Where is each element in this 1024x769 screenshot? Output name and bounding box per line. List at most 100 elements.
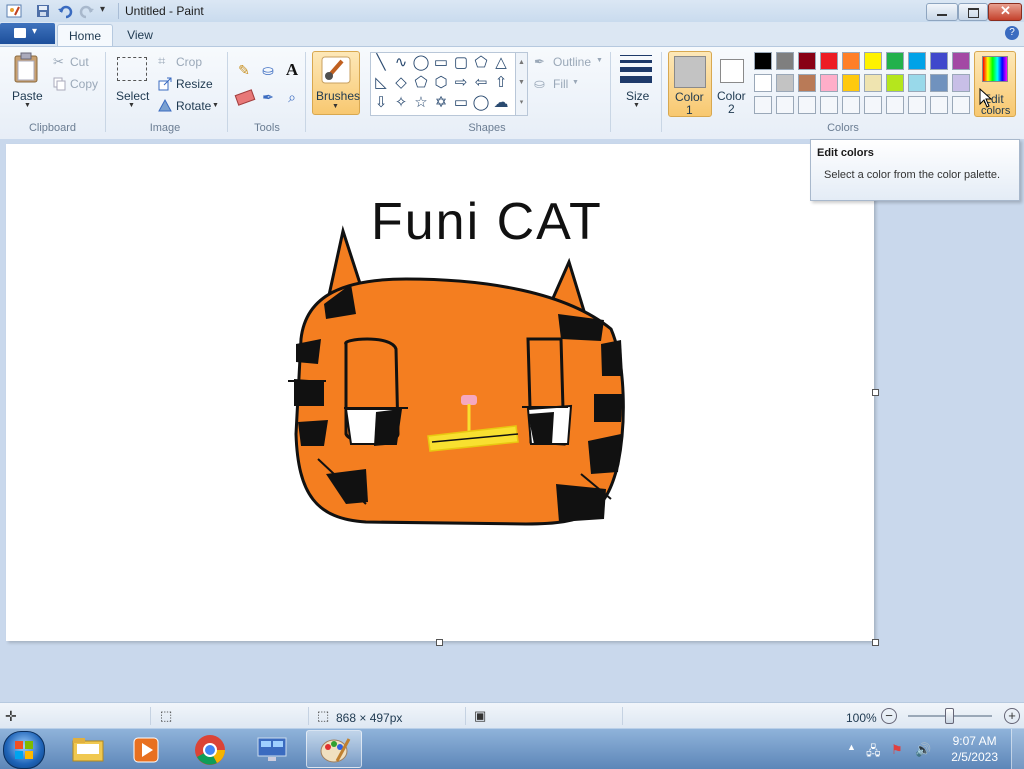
size-icon[interactable] bbox=[620, 55, 652, 83]
right-arrow-shape-icon[interactable]: ⇨ bbox=[452, 74, 470, 92]
undo-icon[interactable] bbox=[57, 3, 73, 19]
action-center-flag-icon[interactable]: ⚑ bbox=[891, 742, 903, 758]
paint-menu-button[interactable]: ▾ bbox=[0, 23, 55, 44]
restore-button[interactable] bbox=[958, 3, 988, 21]
palette-swatch[interactable] bbox=[842, 74, 860, 92]
help-icon[interactable]: ? bbox=[1005, 26, 1019, 40]
palette-swatch[interactable] bbox=[886, 74, 904, 92]
brushes-button[interactable]: Brushes ▼ bbox=[312, 51, 360, 115]
palette-custom-swatch[interactable] bbox=[776, 96, 794, 114]
palette-swatch[interactable] bbox=[820, 52, 838, 70]
fill-dropdown-icon[interactable]: ▼ bbox=[572, 79, 579, 86]
paste-icon[interactable] bbox=[12, 52, 40, 84]
triangle-shape-icon[interactable]: △ bbox=[492, 54, 510, 72]
palette-swatch[interactable] bbox=[952, 74, 970, 92]
tab-view[interactable]: View bbox=[117, 24, 163, 46]
paste-dropdown-icon[interactable]: ▼ bbox=[24, 102, 31, 109]
save-icon[interactable] bbox=[35, 3, 51, 19]
palette-swatch[interactable] bbox=[930, 74, 948, 92]
palette-custom-swatch[interactable] bbox=[908, 96, 926, 114]
palette-swatch[interactable] bbox=[908, 74, 926, 92]
network-icon[interactable]: 🖧 bbox=[866, 742, 881, 764]
palette-swatch[interactable] bbox=[930, 52, 948, 70]
palette-swatch[interactable] bbox=[820, 74, 838, 92]
start-button[interactable] bbox=[3, 731, 45, 769]
palette-custom-swatch[interactable] bbox=[754, 96, 772, 114]
palette-custom-swatch[interactable] bbox=[842, 96, 860, 114]
hexagon-shape-icon[interactable]: ⬡ bbox=[432, 74, 450, 92]
select-button[interactable]: Select bbox=[116, 89, 149, 103]
canvas-resize-handle-right[interactable] bbox=[872, 389, 879, 396]
palette-swatch[interactable] bbox=[842, 52, 860, 70]
size-button[interactable]: Size bbox=[626, 89, 649, 103]
palette-swatch[interactable] bbox=[754, 74, 772, 92]
oval-callout-shape-icon[interactable]: ◯ bbox=[472, 94, 490, 112]
shapes-scrollbar[interactable]: ▲ ▼ ▾ bbox=[515, 52, 528, 116]
taskbar-clock[interactable]: 9:07 AM 2/5/2023 bbox=[951, 733, 998, 765]
palette-swatch[interactable] bbox=[952, 52, 970, 70]
customize-quick-access-icon[interactable]: ▾ bbox=[100, 4, 116, 20]
palette-swatch[interactable] bbox=[864, 52, 882, 70]
color2-button[interactable]: Color 2 bbox=[712, 51, 752, 116]
palette-swatch[interactable] bbox=[886, 52, 904, 70]
taskbar-remote-desktop[interactable] bbox=[244, 730, 300, 768]
palette-custom-swatch[interactable] bbox=[820, 96, 838, 114]
taskbar-chrome[interactable] bbox=[182, 730, 238, 768]
canvas-resize-handle-corner[interactable] bbox=[872, 639, 879, 646]
line-shape-icon[interactable]: ╲ bbox=[372, 54, 390, 72]
color-picker-icon[interactable]: ✒ bbox=[257, 86, 279, 108]
palette-custom-swatch[interactable] bbox=[864, 96, 882, 114]
outline-button[interactable]: Outline bbox=[553, 55, 591, 69]
rectangle-shape-icon[interactable]: ▭ bbox=[432, 54, 450, 72]
rounded-rectangle-shape-icon[interactable]: ▢ bbox=[452, 54, 470, 72]
oval-shape-icon[interactable]: ◯ bbox=[412, 54, 430, 72]
rotate-button[interactable]: Rotate bbox=[176, 99, 211, 113]
crop-button[interactable]: Crop bbox=[176, 55, 202, 69]
magnifier-icon[interactable]: ⌕ bbox=[281, 86, 303, 108]
show-hidden-icons[interactable]: ▲ bbox=[847, 742, 856, 752]
eraser-icon[interactable] bbox=[233, 86, 256, 108]
left-arrow-shape-icon[interactable]: ⇦ bbox=[472, 74, 490, 92]
pentagon-shape-icon[interactable]: ⬠ bbox=[412, 74, 430, 92]
taskbar-paint[interactable] bbox=[306, 730, 362, 768]
palette-swatch[interactable] bbox=[776, 74, 794, 92]
palette-custom-swatch[interactable] bbox=[886, 96, 904, 114]
rotate-dropdown-icon[interactable]: ▼ bbox=[212, 102, 219, 109]
palette-swatch[interactable] bbox=[864, 74, 882, 92]
zoom-out-icon[interactable]: − bbox=[881, 708, 897, 724]
color1-button[interactable]: Color 1 bbox=[668, 51, 712, 117]
palette-swatch[interactable] bbox=[798, 74, 816, 92]
palette-swatch[interactable] bbox=[908, 52, 926, 70]
diamond-shape-icon[interactable]: ◇ bbox=[392, 74, 410, 92]
pencil-icon[interactable]: ✎ bbox=[233, 59, 255, 81]
four-point-star-shape-icon[interactable]: ✧ bbox=[392, 94, 410, 112]
redo-icon[interactable] bbox=[79, 3, 95, 19]
close-button[interactable]: ✕ bbox=[988, 3, 1022, 21]
volume-icon[interactable]: 🔊 bbox=[915, 742, 931, 758]
palette-custom-swatch[interactable] bbox=[952, 96, 970, 114]
zoom-slider-thumb[interactable] bbox=[945, 708, 954, 724]
palette-custom-swatch[interactable] bbox=[798, 96, 816, 114]
tab-home[interactable]: Home bbox=[57, 24, 113, 47]
outline-dropdown-icon[interactable]: ▼ bbox=[596, 57, 603, 64]
right-triangle-shape-icon[interactable]: ◺ bbox=[372, 74, 390, 92]
down-arrow-shape-icon[interactable]: ⇩ bbox=[372, 94, 390, 112]
canvas-resize-handle-bottom[interactable] bbox=[436, 639, 443, 646]
taskbar-file-explorer[interactable] bbox=[60, 730, 116, 768]
show-desktop-button[interactable] bbox=[1011, 729, 1024, 769]
rounded-callout-shape-icon[interactable]: ▭ bbox=[452, 94, 470, 112]
paint-app-icon[interactable] bbox=[6, 3, 22, 19]
palette-swatch[interactable] bbox=[798, 52, 816, 70]
palette-swatch[interactable] bbox=[754, 52, 772, 70]
resize-button[interactable]: Resize bbox=[176, 77, 213, 91]
up-arrow-shape-icon[interactable]: ⇧ bbox=[492, 74, 510, 92]
six-point-star-shape-icon[interactable]: ✡ bbox=[432, 94, 450, 112]
select-dropdown-icon[interactable]: ▼ bbox=[128, 102, 135, 109]
zoom-in-icon[interactable]: + bbox=[1004, 708, 1020, 724]
select-icon[interactable] bbox=[117, 57, 147, 81]
curve-shape-icon[interactable]: ∿ bbox=[392, 54, 410, 72]
palette-swatch[interactable] bbox=[776, 52, 794, 70]
paste-button[interactable]: Paste bbox=[12, 89, 43, 103]
polygon-shape-icon[interactable]: ⬠ bbox=[472, 54, 490, 72]
palette-custom-swatch[interactable] bbox=[930, 96, 948, 114]
